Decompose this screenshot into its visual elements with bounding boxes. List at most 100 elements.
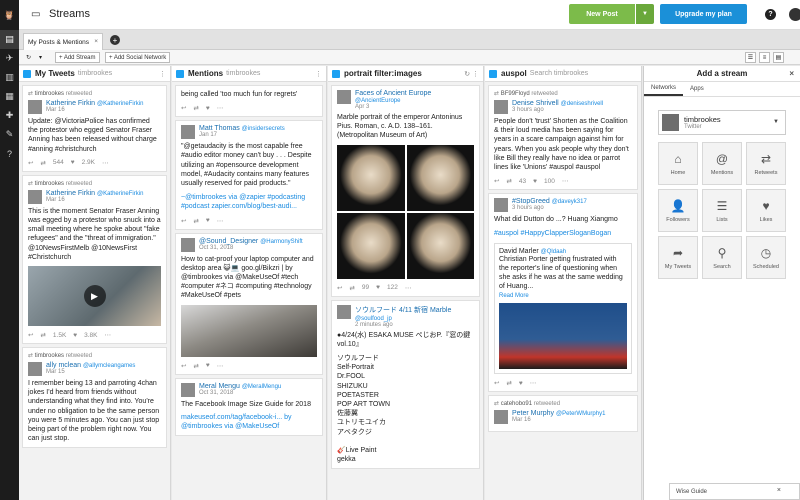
reply-icon[interactable]: ↩ [337, 284, 342, 292]
retweet-icon[interactable]: ⇄ [349, 284, 354, 292]
bust-image[interactable] [337, 212, 405, 279]
wise-guide-panel[interactable]: Wise Guide × [669, 483, 800, 500]
streams-nav-icon[interactable]: ▤ [0, 30, 19, 49]
timestamp[interactable]: 3 hours ago [512, 107, 603, 113]
author-handle[interactable]: @insidersecrets [242, 126, 285, 132]
column-menu-icon[interactable]: ⋮ [315, 70, 322, 78]
retweeter-name[interactable]: timbrookes [35, 181, 64, 187]
avatar[interactable] [494, 198, 508, 213]
analytics-nav-icon[interactable]: ▥ [0, 68, 19, 87]
close-icon[interactable]: × [94, 38, 98, 45]
reply-icon[interactable]: ↩ [181, 104, 186, 112]
column-menu-icon[interactable]: ↻ ⋮ [464, 70, 479, 78]
author-handle[interactable]: @KatherineFirkin [97, 191, 143, 197]
timestamp[interactable]: Oct 31, 2018 [199, 245, 303, 251]
new-post-button[interactable]: New Post [569, 4, 635, 24]
publisher-nav-icon[interactable]: ✈ [0, 49, 19, 68]
stream-type-mentions[interactable]: @ Mentions [702, 142, 742, 185]
stream-type-my-tweets[interactable]: ➦ My Tweets [658, 236, 698, 279]
reply-icon[interactable]: ↩ [28, 159, 33, 167]
more-icon[interactable]: ⋯ [102, 159, 109, 167]
more-icon[interactable]: ⋯ [217, 217, 224, 225]
retweet-icon[interactable]: ⇄ [506, 177, 511, 185]
avatar[interactable] [494, 100, 508, 114]
hootsuite-logo-icon[interactable]: 🦉 [0, 0, 19, 30]
retweet-icon[interactable]: ⇄ [40, 331, 45, 339]
bust-image[interactable] [406, 212, 474, 279]
retweet-icon[interactable]: ⇄ [193, 217, 198, 225]
retweeter-name[interactable]: BF99Floyd [501, 91, 530, 97]
timestamp[interactable]: Mar 15 [46, 369, 135, 375]
more-icon[interactable]: ⋯ [530, 379, 537, 387]
heart-icon[interactable]: ♥ [533, 178, 537, 185]
timestamp[interactable]: 3 hours ago [512, 205, 587, 211]
avatar[interactable] [181, 237, 195, 252]
more-icon[interactable]: ⋯ [562, 177, 569, 185]
retweet-icon[interactable]: ⇄ [506, 379, 511, 387]
column-menu-icon[interactable]: ⋮ [159, 70, 166, 78]
tweet-card[interactable]: Meral Mengu @MeralMengu Oct 31, 2018 The… [175, 377, 323, 437]
author-name[interactable]: Meral Mengu [199, 383, 240, 390]
avatar[interactable] [337, 90, 351, 104]
video-thumbnail[interactable]: ▶ [28, 266, 161, 327]
author-handle[interactable]: @deniseshrivell [561, 101, 603, 107]
author-name[interactable]: #StopGreed [512, 198, 550, 205]
author-name[interactable]: Denise Shrivell [512, 100, 559, 107]
avatar[interactable] [789, 8, 800, 21]
tweet-link[interactable]: ~@timbrookes via @zapier #podcasting #po… [181, 193, 317, 211]
tweet-hashtags[interactable]: #auspol #HappyClapperSloganBogan [494, 229, 632, 238]
author-handle[interactable]: @HarmonyShift [260, 239, 302, 245]
cat-laptop-image[interactable] [181, 304, 317, 357]
news-video-thumbnail[interactable] [499, 303, 627, 370]
avatar[interactable] [28, 189, 42, 204]
author-handle[interactable]: @soulfood_jp [355, 316, 392, 322]
tab-networks[interactable]: Networks [644, 82, 684, 96]
help-icon[interactable]: ? [765, 9, 776, 20]
heart-icon[interactable]: ♥ [519, 380, 523, 387]
read-more-link[interactable]: Read More [499, 293, 627, 299]
avatar[interactable] [181, 125, 195, 140]
avatar[interactable] [494, 410, 508, 425]
tweet-card[interactable]: ⇄ catehobo91 retweeted Peter Murphy @Pet… [488, 395, 638, 433]
reply-icon[interactable]: ↩ [181, 362, 186, 370]
author-handle[interactable]: @KatherineFirkin [97, 101, 143, 107]
add-stream-button[interactable]: + Add Stream [55, 52, 100, 63]
heart-icon[interactable]: ♥ [206, 217, 210, 224]
quote-author-handle[interactable]: @Qldaah [541, 249, 566, 255]
retweet-icon[interactable]: ⇄ [193, 104, 198, 112]
avatar[interactable] [28, 362, 42, 377]
refresh-icon[interactable]: ↻ [23, 52, 34, 63]
author-name[interactable]: Matt Thomas [199, 125, 240, 132]
avatar[interactable] [28, 100, 42, 114]
quote-author-name[interactable]: David Marler [499, 248, 539, 255]
tweet-card[interactable]: Faces of Ancient Europe @AncientEurope A… [331, 85, 480, 297]
retweet-icon[interactable]: ⇄ [40, 159, 45, 167]
account-selector[interactable]: timbrookes Twitter ▼ [658, 110, 786, 135]
tweet-card[interactable]: @Sound_Designer @HarmonyShift Oct 31, 20… [175, 232, 323, 375]
more-icon[interactable]: ⋯ [217, 104, 224, 112]
add-social-network-button[interactable]: + Add Social Network [105, 52, 171, 63]
close-icon[interactable]: × [777, 487, 781, 494]
timestamp[interactable]: Jan 17 [199, 132, 285, 138]
stream-type-search[interactable]: ⚲ Search [702, 236, 742, 279]
author-name[interactable]: @Sound_Designer [199, 238, 258, 245]
timestamp[interactable]: Oct 31, 2018 [199, 390, 281, 396]
tweet-card[interactable]: ソウルフード 4/11 新宿 Marble @soulfood_jp 2 min… [331, 299, 480, 470]
help-nav-icon[interactable]: ? [0, 144, 19, 163]
avatar[interactable] [337, 304, 351, 319]
heart-icon[interactable]: ♥ [376, 284, 380, 291]
timestamp[interactable]: Mar 16 [46, 197, 143, 203]
heart-icon[interactable]: ♥ [73, 332, 77, 339]
retweeter-name[interactable]: catehobo91 [501, 401, 532, 407]
author-name[interactable]: ally mclean [46, 362, 81, 369]
tweet-card-partial[interactable]: being called 'too much fun for regrets' … [175, 85, 323, 118]
tools-nav-icon[interactable]: ✎ [0, 125, 19, 144]
list-view-icon[interactable]: ☰ [745, 52, 756, 63]
chevron-down-icon[interactable]: ▾ [35, 52, 46, 63]
timestamp[interactable]: Apr 3 [355, 104, 474, 110]
upgrade-button[interactable]: Upgrade my plan [660, 4, 747, 24]
assignments-nav-icon[interactable]: ▦ [0, 87, 19, 106]
tweet-link[interactable]: makeuseof.com/tag/facebook-i... by @timb… [181, 413, 317, 431]
reply-icon[interactable]: ↩ [181, 217, 186, 225]
add-tab-icon[interactable]: + [110, 35, 120, 45]
